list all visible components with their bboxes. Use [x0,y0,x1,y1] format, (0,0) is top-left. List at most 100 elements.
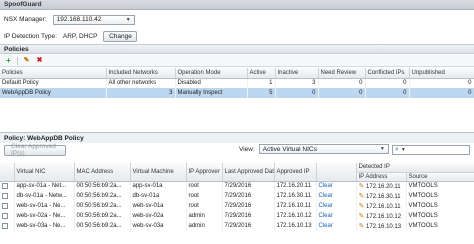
detected-ip-cell: ✎ 172.16.20.11 [356,181,407,191]
row-select[interactable] [0,181,15,191]
last-approved-date: 7/29/2016 [222,221,275,231]
row-checkbox[interactable] [2,212,8,219]
delete-icon[interactable]: ✖ [35,56,44,65]
clear-cell: Clear [316,191,357,201]
view-select[interactable]: Active Virtual NICs ▼ [258,144,389,154]
detection-label: IP Detection Type: [4,32,57,40]
ip-approver: root [186,191,223,201]
column-header[interactable]: Operation Mode [175,68,248,79]
ip-source: VMTOOLS [406,181,474,191]
clear-link[interactable]: Clear [319,223,333,229]
ip-source: VMTOOLS [406,191,474,201]
detected-ip-cell: ✎ 172.16.10.12 [356,211,407,221]
edit-icon[interactable]: ✎ [359,213,365,220]
included-networks: 3 [106,88,176,98]
row-select[interactable] [0,191,15,201]
policy-row-webappdb[interactable]: WebAppDB Policy 3 Manually Inspect 5 0 0… [0,88,474,98]
active-count: 5 [247,88,276,98]
change-button[interactable]: Change [103,30,138,42]
edit-icon[interactable]: ✎ [359,223,365,230]
table-row[interactable]: db-sv-01a - Netw... 00:50:56:b9:2a... db… [0,191,474,201]
column-header[interactable]: Inactive [275,68,319,79]
policy-row-default[interactable]: Default Policy All other networks Disabl… [0,78,474,88]
row-checkbox[interactable] [2,182,8,189]
clear-approved-button[interactable]: Clear Approved IP(s) [4,143,66,157]
mac-address: 00:50:56:b9:2a... [74,191,131,201]
policies-header-row: Policies Included Networks Operation Mod… [0,68,474,79]
column-header[interactable]: IP Approver [186,163,223,182]
row-select[interactable] [0,211,15,221]
clear-cell: Clear [316,211,357,221]
manager-select[interactable]: 192.168.110.42 ▼ [52,14,135,25]
clear-cell: Clear [316,201,357,211]
clear-link[interactable]: Clear [319,193,333,199]
approved-ip: 172.16.10.11 [274,201,317,211]
edit-icon[interactable]: ✎ [359,183,365,190]
nics-group-header-row: Virtual NIC MAC Address Virtual Machine … [0,163,474,182]
detected-ip-cell: ✎ 172.16.10.13 [356,221,407,231]
included-networks: All other networks [106,78,176,88]
inactive-count: 0 [275,88,319,98]
last-approved-date: 7/29/2016 [222,191,275,201]
manager-label: NSX Manager: [4,16,47,23]
policies-toolbar: + ✎ ✖ [0,55,474,67]
detected-ip: 172.16.30.11 [366,194,401,200]
clear-link[interactable]: Clear [319,213,333,219]
clear-link[interactable]: Clear [319,203,333,209]
toolbar-separator [17,56,18,65]
column-header[interactable]: Included Networks [106,68,176,79]
detected-ip-cell: ✎ 172.16.30.11 [356,191,407,201]
active-count: 1 [247,78,276,88]
mac-address: 00:50:56:b9:2a... [74,181,131,191]
last-approved-date: 7/29/2016 [222,211,275,221]
column-header[interactable]: Active [247,68,276,79]
row-select[interactable] [0,221,15,231]
ip-source: VMTOOLS [406,211,474,221]
table-row[interactable]: app-sv-01a - Net... 00:50:56:b9:2a... ap… [0,181,474,191]
mac-address: 00:50:56:b9:2a... [74,211,131,221]
window-title: SpoofGuard [0,0,474,10]
row-checkbox[interactable] [2,222,8,229]
clear-link[interactable]: Clear [319,183,333,189]
virtual-machine: app-sv-01a [130,181,187,191]
manager-value: 192.168.110.42 [56,16,102,23]
column-header[interactable]: Need Review [318,68,366,79]
column-header[interactable]: Source [406,172,474,182]
row-checkbox[interactable] [2,202,8,209]
last-approved-date: 7/29/2016 [222,181,275,191]
column-header[interactable]: Virtual NIC [14,163,75,182]
column-header[interactable]: Conflicted IPs [365,68,410,79]
column-header[interactable]: Virtual Machine [130,163,187,182]
column-header[interactable]: IP Address [356,172,407,182]
add-icon[interactable]: + [4,56,13,65]
chevron-down-icon: ▼ [125,16,131,23]
table-row[interactable]: web-sv-01a - Ne... 00:50:56:b9:2a... web… [0,201,474,211]
approved-ip: 172.16.20.11 [274,181,317,191]
clear-cell: Clear [316,181,357,191]
edit-icon[interactable]: ✎ [22,56,31,65]
edit-icon[interactable]: ✎ [359,203,365,210]
inactive-count: 3 [275,78,319,88]
column-header[interactable]: Policies [0,68,107,79]
detected-ip-group-header: Detected IP [356,163,474,173]
virtual-nics-table: Virtual NIC MAC Address Virtual Machine … [0,163,474,231]
column-header[interactable]: Last Approved Date [222,163,275,182]
table-row[interactable]: web-sv-02a - Ne... 00:50:56:b9:2a... web… [0,211,474,221]
column-header[interactable]: Unpublished [409,68,474,79]
detected-ip: 172.16.10.11 [366,204,401,210]
edit-icon[interactable]: ✎ [359,193,365,200]
view-label: View: [239,145,255,153]
virtual-machine: db-sv-01a [130,191,187,201]
search-input[interactable]: ⌕ ▼ [392,145,470,155]
row-checkbox[interactable] [2,192,8,199]
table-row[interactable]: web-sv-03a - Ne... 00:50:56:b9:2a... web… [0,221,474,231]
column-header[interactable]: Approved IP [274,163,317,182]
detection-value: ARP, DHCP [62,32,98,40]
chevron-down-icon[interactable]: ▼ [401,147,406,153]
row-select[interactable] [0,201,15,211]
ip-approver: root [186,181,223,191]
review-count: 0 [318,78,366,88]
policies-section-label: Policies [0,44,474,54]
column-header[interactable]: MAC Address [74,163,131,182]
mac-address: 00:50:56:b9:2a... [74,201,131,211]
